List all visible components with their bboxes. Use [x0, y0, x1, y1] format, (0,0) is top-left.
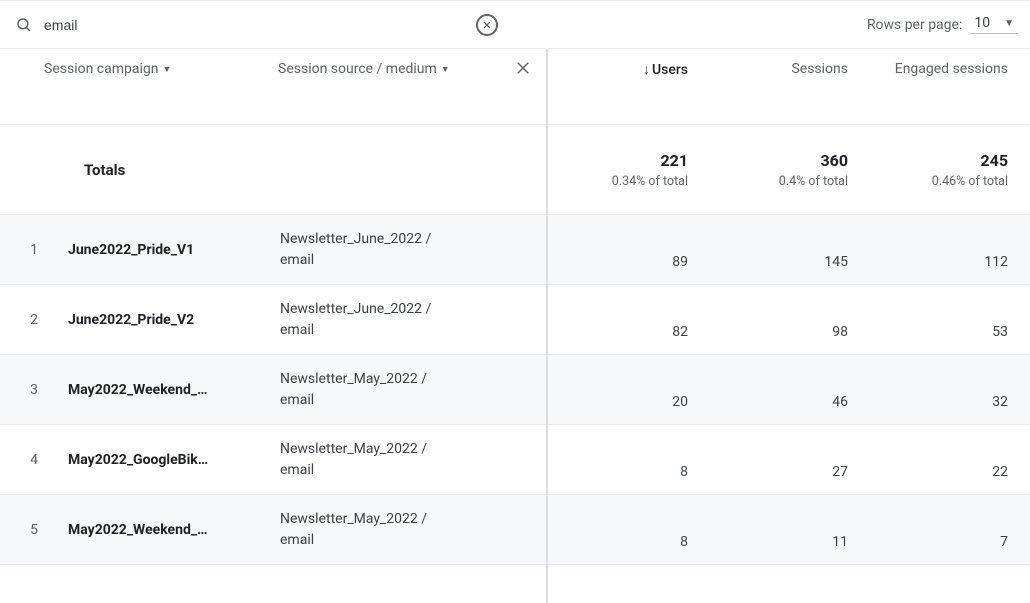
totals-engaged-value: 245 [868, 151, 1008, 170]
table-row[interactable]: 89145112 [548, 215, 1030, 285]
dimension-1-label: Session campaign [44, 61, 158, 77]
row-index: 2 [0, 312, 68, 328]
rows-per-page-select[interactable]: 10 ▼ [970, 15, 1018, 34]
sessions-cell: 46 [708, 394, 868, 424]
engaged-cell: 7 [868, 534, 1028, 564]
users-cell: 8 [548, 464, 708, 494]
remove-dimension-button[interactable] [514, 59, 532, 81]
sort-arrow-down-icon: ↓ [643, 62, 650, 78]
totals-engaged-pct: 0.46% of total [868, 174, 1008, 189]
dimension-2-label: Session source / medium [278, 61, 437, 77]
row-index: 4 [0, 452, 68, 468]
source-medium-cell: Newsletter_June_2022 /email [280, 299, 546, 341]
campaign-cell: May2022_GoogleBik… [68, 452, 280, 468]
rows-per-page-label: Rows per page: [867, 17, 962, 33]
totals-users-pct: 0.34% of total [548, 174, 688, 189]
users-cell: 20 [548, 394, 708, 424]
table-row[interactable]: 8117 [548, 495, 1030, 565]
table-row[interactable]: 3May2022_Weekend_…Newsletter_May_2022 /e… [0, 355, 546, 425]
dimension-2-header[interactable]: Session source / medium ▼ [278, 61, 536, 77]
totals-users-value: 221 [548, 151, 688, 170]
sessions-cell: 145 [708, 254, 868, 284]
clear-search-button[interactable] [476, 14, 498, 36]
table-row[interactable]: 4May2022_GoogleBik…Newsletter_May_2022 /… [0, 425, 546, 495]
source-medium-cell: Newsletter_May_2022 /email [280, 369, 546, 411]
source-medium-cell: Newsletter_June_2022 /email [280, 229, 546, 271]
row-index: 5 [0, 522, 68, 538]
campaign-cell: June2022_Pride_V2 [68, 312, 280, 328]
table-row[interactable]: 82722 [548, 425, 1030, 495]
source-medium-cell: Newsletter_May_2022 /email [280, 509, 546, 551]
metric-label: Users [652, 62, 688, 78]
table-row[interactable]: 204632 [548, 355, 1030, 425]
metric-label: Engaged sessions [895, 61, 1008, 77]
rows-per-page-value: 10 [974, 15, 990, 31]
search-icon [12, 16, 36, 34]
engaged-cell: 112 [868, 254, 1028, 284]
metric-label: Sessions [791, 61, 848, 77]
table-row[interactable]: 2June2022_Pride_V2Newsletter_June_2022 /… [0, 285, 546, 355]
totals-sessions-pct: 0.4% of total [708, 174, 848, 189]
sessions-cell: 11 [708, 534, 868, 564]
engaged-cell: 22 [868, 464, 1028, 494]
users-cell: 82 [548, 324, 708, 354]
metric-header-sessions[interactable]: Sessions [708, 49, 868, 124]
sessions-cell: 98 [708, 324, 868, 354]
dropdown-triangle-icon: ▼ [1004, 18, 1014, 29]
totals-label: Totals [0, 161, 125, 179]
sessions-cell: 27 [708, 464, 868, 494]
row-index: 1 [0, 242, 68, 258]
campaign-cell: May2022_Weekend_… [68, 382, 280, 398]
table-row[interactable]: 829853 [548, 285, 1030, 355]
users-cell: 8 [548, 534, 708, 564]
metric-header-users[interactable]: ↓Users [548, 49, 708, 124]
metric-header-engaged-sessions[interactable]: Engaged sessions [868, 49, 1028, 124]
campaign-cell: May2022_Weekend_… [68, 522, 280, 538]
totals-sessions-value: 360 [708, 151, 848, 170]
engaged-cell: 32 [868, 394, 1028, 424]
users-cell: 89 [548, 254, 708, 284]
row-index: 3 [0, 382, 68, 398]
source-medium-cell: Newsletter_May_2022 /email [280, 439, 546, 481]
campaign-cell: June2022_Pride_V1 [68, 242, 280, 258]
chevron-down-icon: ▼ [441, 64, 450, 75]
engaged-cell: 53 [868, 324, 1028, 354]
search-input[interactable] [36, 13, 476, 37]
table-row[interactable]: 1June2022_Pride_V1Newsletter_June_2022 /… [0, 215, 546, 285]
table-row[interactable]: 5May2022_Weekend_…Newsletter_May_2022 /e… [0, 495, 546, 565]
dimension-1-header[interactable]: Session campaign ▼ [44, 61, 258, 77]
chevron-down-icon: ▼ [162, 64, 171, 75]
